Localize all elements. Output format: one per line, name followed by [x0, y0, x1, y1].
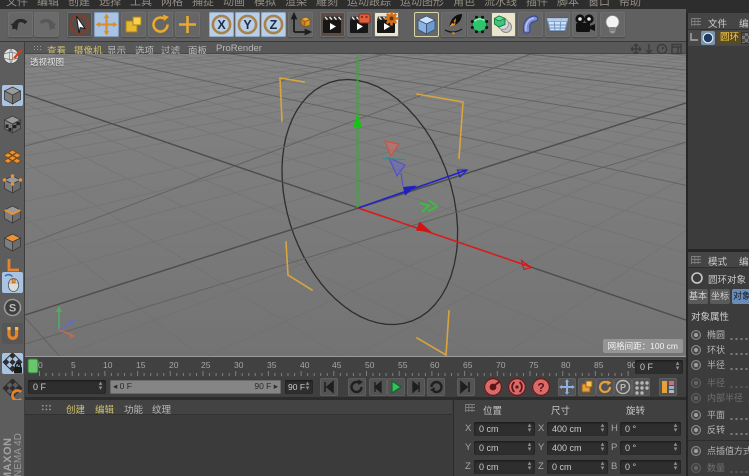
svg-text:65: 65 — [463, 360, 473, 370]
svg-text:45: 45 — [332, 360, 342, 370]
svg-text:80: 80 — [561, 360, 571, 370]
svg-text:15: 15 — [136, 360, 146, 370]
svg-text:85: 85 — [594, 360, 604, 370]
svg-text:5: 5 — [71, 360, 76, 370]
svg-text:75: 75 — [529, 360, 539, 370]
svg-text:55: 55 — [398, 360, 408, 370]
svg-text:Y: Y — [243, 18, 252, 32]
svg-text:25: 25 — [201, 360, 211, 370]
svg-text:?: ? — [537, 381, 544, 395]
svg-text:10: 10 — [103, 360, 113, 370]
svg-text:35: 35 — [267, 360, 277, 370]
svg-text:30: 30 — [234, 360, 244, 370]
svg-text:S: S — [9, 303, 16, 315]
svg-text:40: 40 — [300, 360, 310, 370]
svg-text:0: 0 — [38, 360, 43, 370]
svg-text:Z: Z — [270, 18, 278, 32]
svg-text:50: 50 — [365, 360, 375, 370]
svg-text:70: 70 — [496, 360, 506, 370]
svg-text:X: X — [217, 18, 226, 32]
svg-text:60: 60 — [430, 360, 440, 370]
svg-text:P: P — [620, 383, 626, 393]
svg-text:20: 20 — [169, 360, 179, 370]
